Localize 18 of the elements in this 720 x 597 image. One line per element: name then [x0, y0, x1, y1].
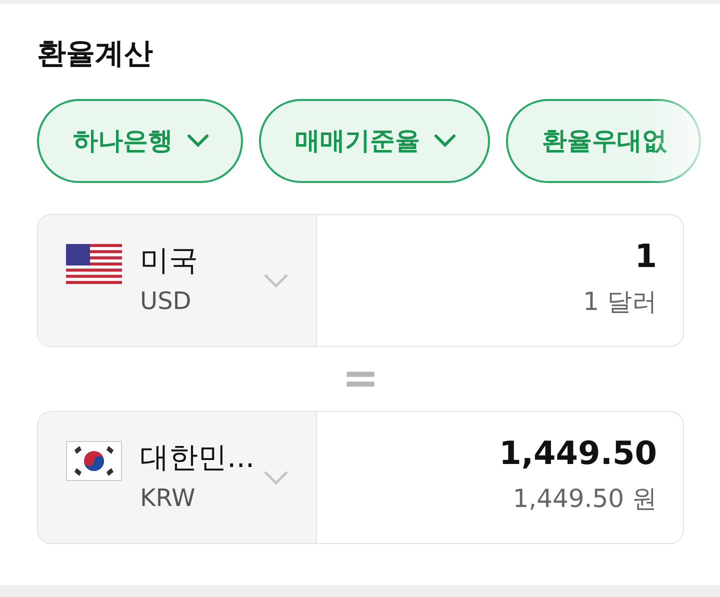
amount-value[interactable]: 1,449.50	[499, 434, 657, 472]
amount-in-words: 1,449.50 원	[512, 482, 657, 515]
country-name: 미국	[140, 242, 198, 279]
chevron-down-icon	[263, 272, 289, 289]
currency-code: KRW	[140, 484, 196, 512]
currency-selector[interactable]: 대한민... KRW	[38, 412, 317, 543]
chevron-down-icon	[434, 134, 456, 148]
amount-value[interactable]: 1	[634, 236, 657, 275]
equals-sign: =	[342, 352, 379, 406]
korea-flag-icon	[66, 440, 122, 481]
currency-selector[interactable]: 미국 USD	[38, 214, 317, 346]
amount-in-words: 1 달러	[583, 286, 657, 318]
chevron-down-icon	[263, 470, 289, 486]
page-title: 환율계산	[37, 36, 154, 71]
chevron-down-icon	[187, 134, 209, 148]
country-name: 대한민...	[140, 438, 255, 476]
currency-code: USD	[140, 286, 192, 315]
us-flag-icon	[66, 244, 122, 284]
